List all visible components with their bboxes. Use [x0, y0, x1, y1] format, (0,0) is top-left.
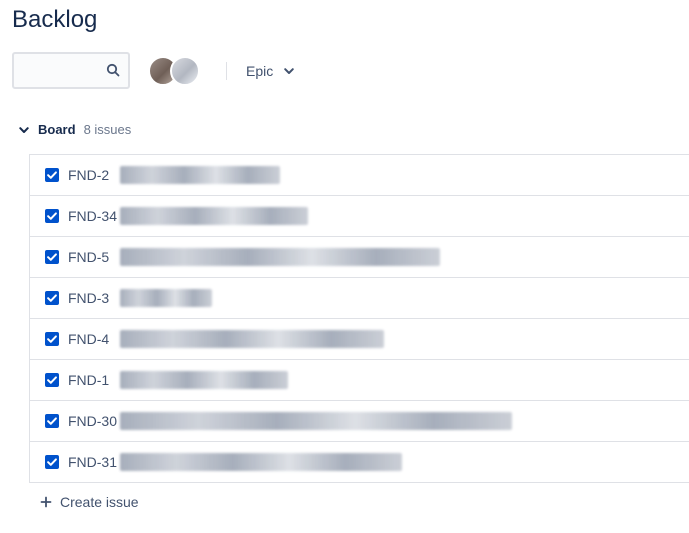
issue-key[interactable]: FND-4	[68, 330, 109, 348]
toolbar-divider	[226, 62, 227, 80]
check-icon	[47, 417, 57, 425]
backlog-page: Backlog Epic Board 8 issues FND-2 FND-34…	[0, 0, 689, 533]
check-icon	[47, 458, 57, 466]
search-input[interactable]	[12, 52, 130, 89]
checkbox[interactable]	[45, 373, 59, 387]
issue-summary-redacted	[120, 207, 308, 225]
issue-key[interactable]: FND-31	[68, 453, 117, 471]
issue-summary-redacted	[120, 412, 512, 430]
issue-list: FND-2 FND-34 FND-5 FND-3 FND-4 FND-1 FND…	[29, 154, 689, 483]
board-header[interactable]: Board 8 issues	[18, 121, 131, 139]
search-icon	[106, 63, 120, 77]
checkbox[interactable]	[45, 250, 59, 264]
epic-filter-dropdown[interactable]: Epic	[246, 61, 295, 81]
issue-key[interactable]: FND-30	[68, 412, 117, 430]
issue-row[interactable]: FND-1	[30, 360, 689, 401]
issue-row[interactable]: FND-3	[30, 278, 689, 319]
check-icon	[47, 253, 57, 261]
checkbox[interactable]	[45, 291, 59, 305]
issue-row[interactable]: FND-5	[30, 237, 689, 278]
issue-summary-redacted	[120, 453, 402, 471]
chevron-down-icon	[19, 127, 29, 133]
issue-summary-redacted	[120, 248, 440, 266]
issue-key[interactable]: FND-2	[68, 166, 109, 184]
create-issue-button[interactable]: Create issue	[40, 494, 139, 510]
issue-row[interactable]: FND-34	[30, 196, 689, 237]
check-icon	[47, 335, 57, 343]
issue-key[interactable]: FND-34	[68, 207, 117, 225]
create-issue-label: Create issue	[60, 494, 139, 510]
check-icon	[47, 171, 57, 179]
issue-key[interactable]: FND-3	[68, 289, 109, 307]
issue-summary-redacted	[120, 330, 384, 348]
epic-filter-label: Epic	[246, 63, 274, 79]
checkbox[interactable]	[45, 209, 59, 223]
plus-icon	[40, 496, 52, 508]
assignee-filter[interactable]	[148, 56, 212, 86]
checkbox[interactable]	[45, 168, 59, 182]
issue-summary-redacted	[120, 289, 212, 307]
issue-key[interactable]: FND-1	[68, 371, 109, 389]
issue-row[interactable]: FND-4	[30, 319, 689, 360]
issue-summary-redacted	[120, 371, 288, 389]
checkbox[interactable]	[45, 332, 59, 346]
check-icon	[47, 376, 57, 384]
check-icon	[47, 212, 57, 220]
issue-summary-redacted	[120, 166, 280, 184]
issue-key[interactable]: FND-5	[68, 248, 109, 266]
issue-row[interactable]: FND-2	[30, 155, 689, 196]
avatar[interactable]	[170, 56, 200, 86]
checkbox[interactable]	[45, 414, 59, 428]
issue-count: 8 issues	[83, 122, 132, 137]
issue-row[interactable]: FND-30	[30, 401, 689, 442]
board-name: Board	[38, 122, 76, 137]
chevron-down-icon	[284, 68, 295, 74]
check-icon	[47, 294, 57, 302]
issue-row[interactable]: FND-31	[30, 442, 689, 483]
checkbox[interactable]	[45, 455, 59, 469]
page-title: Backlog	[12, 6, 98, 33]
